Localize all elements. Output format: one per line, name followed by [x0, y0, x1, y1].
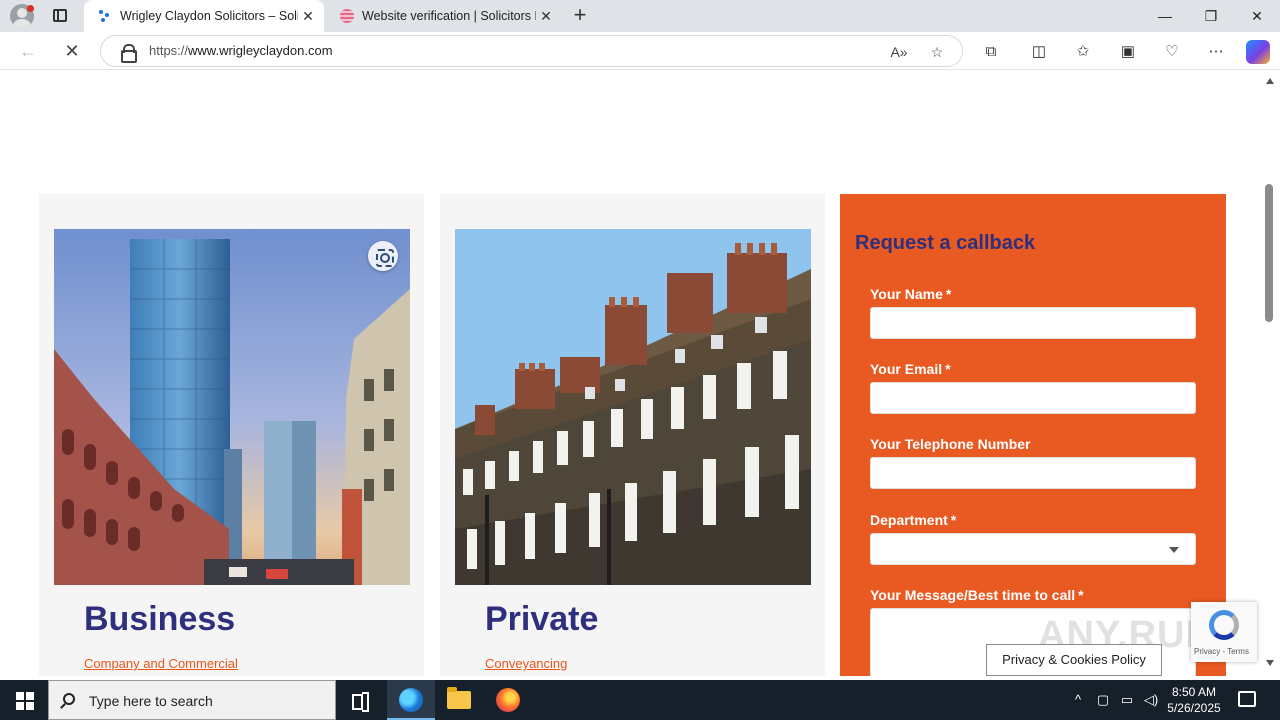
name-label: Your Name * [870, 286, 952, 302]
tab-close-icon[interactable]: ✕ [298, 8, 318, 25]
scroll-up-arrow-icon[interactable] [1266, 78, 1274, 84]
page-scrollbar[interactable] [1261, 70, 1280, 676]
copilot-icon[interactable] [1246, 40, 1270, 64]
conveyancing-link[interactable]: Conveyancing [485, 656, 567, 671]
scroll-down-arrow-icon[interactable] [1266, 660, 1274, 666]
restore-button[interactable]: ❐ [1188, 0, 1234, 32]
email-input[interactable] [870, 382, 1196, 414]
business-title: Business [84, 600, 236, 638]
collections-icon[interactable]: ▣ [1117, 41, 1139, 63]
taskbar-search-input[interactable]: Type here to search [48, 680, 336, 720]
taskbar-firefox[interactable] [484, 680, 532, 720]
department-select[interactable] [870, 533, 1196, 565]
cookie-policy-button[interactable]: Privacy & Cookies Policy [986, 644, 1162, 676]
tab-title: Wrigley Claydon Solicitors – Solic [120, 9, 298, 23]
site-favicon-icon [98, 9, 112, 23]
device-icon[interactable]: ▢ [1094, 691, 1112, 709]
windows-taskbar: Type here to search ^ ▢ ▭ ◁) 8:50 AM 5/2… [0, 680, 1280, 720]
phone-input[interactable] [870, 457, 1196, 489]
recaptcha-terms[interactable]: Privacy - Terms [1194, 647, 1249, 656]
lock-icon[interactable] [121, 44, 137, 63]
network-icon[interactable]: ▭ [1118, 691, 1136, 709]
task-view-icon [352, 692, 369, 712]
tab-close-icon[interactable]: ✕ [536, 8, 556, 25]
show-hidden-icons-icon[interactable]: ^ [1069, 691, 1087, 709]
callback-form: Request a callback Your Name * Your Email… [840, 194, 1226, 676]
folder-icon [447, 687, 471, 709]
callback-title: Request a callback [855, 232, 1036, 254]
phone-label: Your Telephone Number [870, 436, 1031, 452]
visual-search-icon[interactable] [368, 241, 398, 271]
search-icon [63, 693, 75, 705]
scrollbar-thumb[interactable] [1265, 184, 1273, 322]
more-menu-icon[interactable]: ⋯ [1205, 41, 1227, 63]
tab-website-verification[interactable]: Website verification | Solicitors Re ✕ [326, 0, 562, 32]
notifications-icon[interactable] [1238, 691, 1256, 707]
browser-toolbar: ← ✕ https://www.wrigleyclaydon.com A» ☆ … [0, 32, 1280, 70]
recaptcha-badge[interactable]: Privacy - Terms [1191, 602, 1257, 662]
search-placeholder: Type here to search [89, 693, 213, 709]
company-commercial-link[interactable]: Company and Commercial [84, 656, 238, 671]
edge-icon [399, 688, 423, 712]
web-page: Business Company and Commercial Private … [4, 70, 1261, 676]
minimize-button[interactable]: — [1142, 0, 1188, 32]
volume-icon[interactable]: ◁) [1142, 691, 1160, 709]
close-window-button[interactable]: ✕ [1234, 0, 1280, 32]
favorite-star-icon[interactable]: ☆ [927, 42, 947, 62]
tab-title: Website verification | Solicitors Re [362, 9, 536, 23]
task-view-button[interactable] [336, 680, 384, 720]
url-text[interactable]: https://www.wrigleyclaydon.com [149, 43, 333, 58]
firefox-icon [496, 688, 520, 712]
windows-start-icon[interactable] [0, 680, 48, 720]
terraced-houses-image[interactable] [455, 229, 811, 585]
browser-tab-strip: Wrigley Claydon Solicitors – Solic ✕ Web… [0, 0, 1280, 32]
business-card[interactable]: Business Company and Commercial [39, 194, 424, 676]
private-title: Private [485, 600, 599, 638]
address-bar[interactable]: https://www.wrigleyclaydon.com A» ☆ [100, 35, 963, 67]
email-label: Your Email * [870, 361, 951, 377]
new-tab-button[interactable]: + [568, 4, 592, 28]
stop-loading-icon[interactable]: ✕ [60, 39, 84, 63]
private-card[interactable]: Private Conveyancing [440, 194, 825, 676]
tab-wrigley-claydon[interactable]: Wrigley Claydon Solicitors – Solic ✕ [84, 0, 324, 32]
name-input[interactable] [870, 307, 1196, 339]
profile-notification-dot [27, 5, 34, 12]
tab-actions-icon[interactable] [46, 6, 74, 26]
department-label: Department * [870, 512, 957, 528]
message-label: Your Message/Best time to call * [870, 587, 1084, 603]
clock-time: 8:50 AM [1171, 685, 1217, 699]
split-screen-icon[interactable]: ◫ [1028, 41, 1050, 63]
city-skyline-image[interactable] [54, 229, 410, 585]
recaptcha-logo-icon [1209, 610, 1239, 640]
favorites-icon[interactable]: ✩ [1072, 41, 1094, 63]
browser-essentials-icon[interactable]: ♡ [1161, 41, 1183, 63]
site-favicon-icon [340, 9, 354, 23]
back-arrow-icon[interactable]: ← [16, 39, 40, 63]
system-clock[interactable]: 8:50 AM 5/26/2025 [1162, 684, 1226, 716]
read-aloud-icon[interactable]: A» [889, 42, 909, 62]
extensions-icon[interactable]: ⧉ [980, 41, 1002, 63]
taskbar-edge[interactable] [387, 680, 435, 720]
clock-date: 5/26/2025 [1167, 701, 1221, 715]
chevron-down-icon [1169, 547, 1179, 553]
taskbar-file-explorer[interactable] [435, 680, 483, 720]
